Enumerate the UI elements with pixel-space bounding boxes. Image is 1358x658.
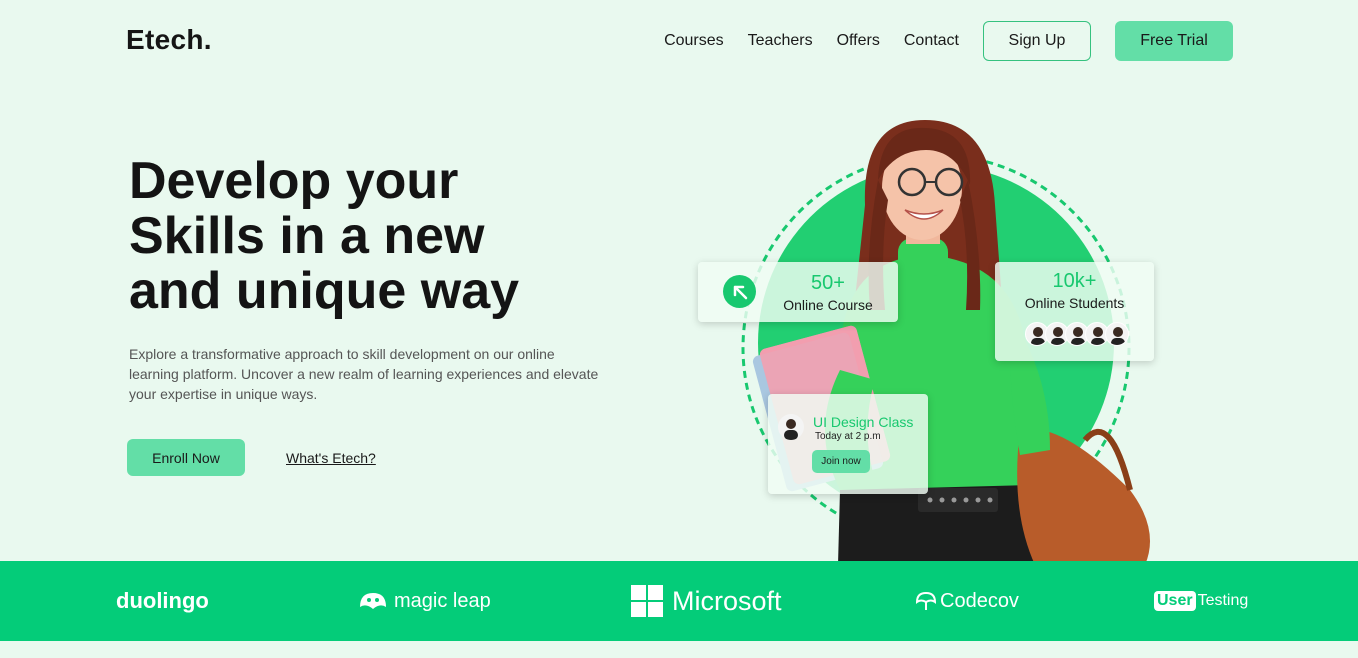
magic-leap-icon (360, 593, 386, 609)
partner-logos-bar: duolingo magic leap Microsoft Codecov Us… (0, 561, 1358, 641)
codecov-logo: Codecov (915, 561, 1019, 641)
microsoft-windows-icon (631, 585, 663, 617)
students-count: 10k+ (1052, 270, 1097, 292)
usertesting-user-badge: User (1154, 591, 1196, 611)
enroll-now-button[interactable]: Enroll Now (127, 439, 245, 476)
magic-leap-text: magic leap (394, 589, 491, 612)
brand-logo[interactable]: Etech. (126, 24, 212, 56)
class-title: UI Design Class (813, 414, 914, 430)
courses-stat-card: 50+ Online Course (698, 262, 898, 322)
duolingo-logo: duolingo (116, 588, 209, 613)
usertesting-logo: User Testing (1154, 561, 1248, 641)
students-stat-card: 10k+ Online Students (995, 262, 1154, 361)
top-nav: Courses Teachers Offers Contact Sign Up … (664, 21, 1233, 61)
umbrella-icon (915, 591, 937, 610)
avatar (1105, 322, 1129, 346)
student-avatars (1025, 322, 1129, 346)
class-card: UI Design Class Today at 2 p.m Join now (768, 394, 928, 494)
class-time: Today at 2 p.m (815, 431, 881, 442)
hero-description: Explore a transformative approach to ski… (129, 346, 599, 402)
nav-link-courses[interactable]: Courses (664, 32, 724, 50)
instructor-avatar (778, 414, 804, 440)
students-label: Online Students (1024, 295, 1125, 311)
whats-etech-link[interactable]: What's Etech? (286, 450, 376, 466)
hero-title: Develop your Skills in a new and unique … (129, 152, 520, 320)
sign-up-button[interactable]: Sign Up (983, 21, 1091, 61)
arrow-up-left-icon (723, 275, 756, 308)
courses-count: 50+ (811, 272, 845, 294)
free-trial-button[interactable]: Free Trial (1115, 21, 1233, 61)
join-now-button[interactable]: Join now (812, 450, 870, 473)
hero-visual: 50+ Online Course 10k+ Online Students U… (690, 110, 1170, 565)
usertesting-text: Testing (1197, 592, 1249, 609)
nav-link-contact[interactable]: Contact (904, 32, 959, 50)
nav-link-teachers[interactable]: Teachers (748, 32, 813, 50)
magic-leap-logo: magic leap (358, 561, 491, 641)
codecov-text: Codecov (940, 589, 1019, 612)
microsoft-logo: Microsoft (631, 561, 782, 641)
courses-label: Online Course (783, 297, 873, 313)
nav-link-offers[interactable]: Offers (837, 32, 880, 50)
microsoft-text: Microsoft (672, 585, 782, 616)
